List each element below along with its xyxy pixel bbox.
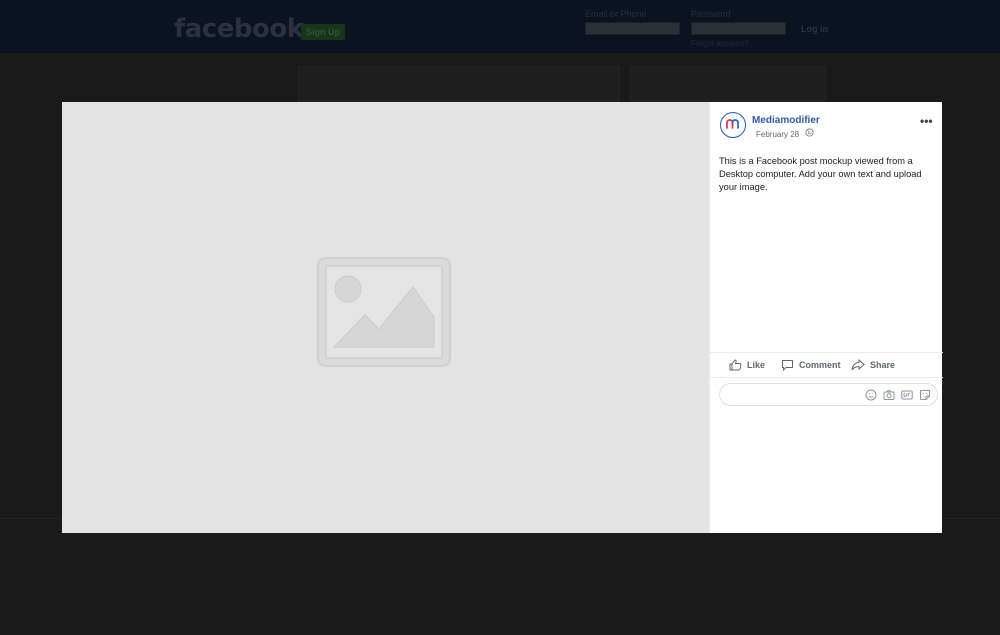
log-in-button[interactable]: Log In [801, 24, 828, 34]
comment-input[interactable] [719, 383, 938, 406]
like-button[interactable]: Like [729, 359, 765, 371]
camera-icon[interactable] [883, 389, 895, 401]
forgot-account-link[interactable]: Forgot account? [691, 39, 749, 48]
share-label: Share [870, 360, 896, 370]
sticker-icon[interactable] [919, 389, 931, 401]
post-sidebar: Mediamodifier February 28 ••• This is a … [709, 102, 943, 533]
email-label: Email or Phone [585, 9, 647, 19]
password-label: Password [691, 9, 731, 19]
mediamodifier-logo-icon [726, 119, 739, 129]
post-image[interactable] [62, 102, 709, 533]
like-label: Like [747, 360, 766, 370]
comment-icon [782, 360, 793, 371]
thumbs-up-icon [729, 359, 742, 371]
avatar[interactable] [720, 112, 746, 138]
sign-up-button[interactable]: Sign Up [301, 24, 345, 40]
more-options-icon[interactable]: ••• [920, 114, 933, 128]
gif-icon[interactable] [901, 389, 913, 401]
share-button[interactable]: Share [851, 359, 895, 371]
post-actions-bar: Like Comment Share [710, 352, 943, 378]
globe-icon [805, 128, 814, 137]
background-card [630, 66, 826, 102]
post-date[interactable]: February 28 [756, 130, 799, 139]
share-icon [851, 359, 865, 371]
post-modal: Mediamodifier February 28 ••• This is a … [62, 102, 943, 533]
facebook-logo: facebook [174, 14, 304, 44]
comment-tools [865, 389, 931, 401]
facebook-top-bar: facebook Sign Up Email or Phone Password… [0, 0, 1000, 53]
email-field[interactable] [585, 22, 680, 35]
comment-label: Comment [799, 360, 841, 370]
background-card [298, 66, 620, 102]
image-placeholder-icon [317, 257, 451, 367]
comment-button[interactable]: Comment [781, 359, 841, 371]
password-field[interactable] [691, 22, 786, 35]
post-text: This is a Facebook post mockup viewed fr… [719, 156, 922, 192]
smiley-icon[interactable] [865, 389, 877, 401]
page-name-link[interactable]: Mediamodifier [752, 115, 820, 126]
